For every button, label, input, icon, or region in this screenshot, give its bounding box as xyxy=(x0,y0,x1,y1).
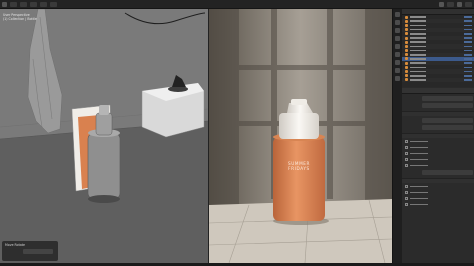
view-layer-tab-icon[interactable] xyxy=(395,36,400,41)
property-checkbox-row[interactable] xyxy=(402,196,474,201)
property-field[interactable] xyxy=(422,170,473,175)
checkbox[interactable] xyxy=(405,191,408,194)
property-section[interactable] xyxy=(402,111,474,116)
property-section[interactable] xyxy=(402,133,474,138)
operation-title: Move Rotate xyxy=(5,243,25,247)
viewport-overlay-text: User Perspective (1) Collection | Bottle xyxy=(3,13,37,21)
scene-icon[interactable] xyxy=(439,1,444,7)
object-icon xyxy=(405,19,408,23)
output-tab-icon[interactable] xyxy=(395,28,400,33)
checkbox[interactable] xyxy=(405,158,408,161)
menu-edit[interactable] xyxy=(20,1,27,7)
property-section[interactable] xyxy=(402,178,474,183)
object-icon xyxy=(405,23,408,27)
operation-value-field[interactable] xyxy=(23,249,53,254)
viewport-scene xyxy=(0,9,208,263)
right-sidebar xyxy=(392,9,474,263)
object-icon xyxy=(405,74,408,78)
menu-window[interactable] xyxy=(40,1,47,7)
property-checkbox-row[interactable] xyxy=(402,157,474,162)
outliner xyxy=(402,9,474,87)
menu-render[interactable] xyxy=(30,1,37,7)
property-checkbox-row[interactable] xyxy=(402,151,474,156)
checkbox[interactable] xyxy=(405,203,408,206)
bottle-label-line2: FRIDAYS xyxy=(288,166,310,171)
layer-icon[interactable] xyxy=(457,1,462,7)
object-icon xyxy=(405,70,408,74)
properties-editor xyxy=(402,88,474,263)
object-icon xyxy=(405,78,408,82)
properties-header[interactable] xyxy=(402,88,474,94)
property-checkbox-row[interactable] xyxy=(402,190,474,195)
property-checkbox-row[interactable] xyxy=(402,184,474,189)
object-icon xyxy=(405,36,408,40)
checkbox[interactable] xyxy=(405,197,408,200)
object-icon xyxy=(405,53,408,57)
object-icon xyxy=(405,40,408,44)
render-tab-icon[interactable] xyxy=(395,20,400,25)
last-operation-panel[interactable]: Move Rotate xyxy=(2,241,58,261)
blender-window: User Perspective (1) Collection | Bottle… xyxy=(0,0,474,266)
object-icon xyxy=(405,44,408,48)
property-field[interactable] xyxy=(422,125,473,130)
object-icon xyxy=(405,61,408,65)
scene-selector[interactable] xyxy=(447,1,454,7)
view-layer-selector[interactable] xyxy=(465,1,472,7)
bottle-label: SUMMER FRIDAYS xyxy=(273,161,325,171)
top-header xyxy=(0,0,474,9)
property-field[interactable] xyxy=(422,118,473,123)
tool-tab-icon[interactable] xyxy=(395,12,400,17)
property-checkbox-row[interactable] xyxy=(402,163,474,168)
outliner-row[interactable] xyxy=(402,77,474,82)
object-icon xyxy=(405,49,408,53)
blender-logo-icon[interactable] xyxy=(2,1,7,7)
world-tab-icon[interactable] xyxy=(395,52,400,57)
active-object: (1) Collection | Bottle xyxy=(3,17,37,22)
property-checkbox-row[interactable] xyxy=(402,202,474,207)
modifier-tab-icon[interactable] xyxy=(395,68,400,73)
material-tab-icon[interactable] xyxy=(395,76,400,81)
menu-help[interactable] xyxy=(50,1,57,7)
property-checkbox-row[interactable] xyxy=(402,139,474,144)
object-icon xyxy=(405,15,408,19)
property-field[interactable] xyxy=(422,103,473,108)
viewport-solid[interactable]: User Perspective (1) Collection | Bottle… xyxy=(0,9,208,263)
object-icon xyxy=(405,32,408,36)
checkbox[interactable] xyxy=(405,185,408,188)
object-icon xyxy=(405,28,408,32)
object-tab-icon[interactable] xyxy=(395,60,400,65)
object-icon xyxy=(405,57,408,61)
checkbox[interactable] xyxy=(405,146,408,149)
object-icon xyxy=(405,65,408,69)
properties-tabs xyxy=(393,9,402,263)
checkbox[interactable] xyxy=(405,164,408,167)
menu-file[interactable] xyxy=(10,1,17,7)
property-checkbox-row[interactable] xyxy=(402,145,474,150)
checkbox[interactable] xyxy=(405,152,408,155)
scene-tab-icon[interactable] xyxy=(395,44,400,49)
property-field[interactable] xyxy=(422,96,473,101)
viewport-rendered[interactable]: SUMMER FRIDAYS xyxy=(209,9,392,263)
render-scene xyxy=(209,9,392,263)
checkbox[interactable] xyxy=(405,140,408,143)
